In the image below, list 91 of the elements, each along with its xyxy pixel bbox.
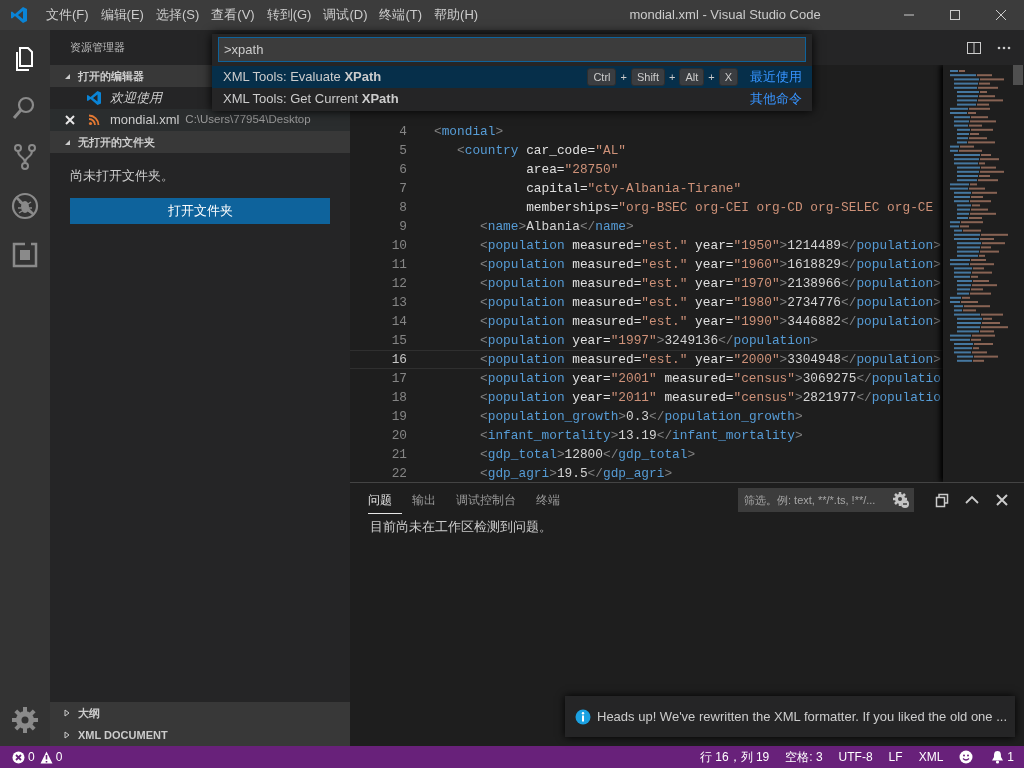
code-line: <population_growth>0.3</population_growth> — [479, 408, 803, 426]
menu-item[interactable]: 调试(D) — [317, 5, 374, 25]
panel-tab[interactable]: 输出 — [412, 486, 446, 514]
section-title[interactable]: 打开的编辑器 — [78, 67, 144, 85]
window-title: mondial.xml - Visual Studio Code — [628, 6, 822, 25]
code-line: <population measured="est." year="1990">3446882</population> — [479, 313, 941, 331]
gear-icon[interactable] — [892, 491, 910, 509]
line-number: 13 — [390, 294, 407, 312]
sidebar-title: 资源管理器 — [70, 40, 125, 56]
line-number: 5 — [398, 142, 407, 160]
restore-icon[interactable] — [934, 492, 950, 508]
line-number: 4 — [398, 123, 407, 141]
menu-item[interactable]: 转到(G) — [260, 5, 318, 25]
filter-field[interactable]: 筛选。例: text, **/*.ts, !**/... — [738, 488, 914, 512]
code-line: <country car_code="AL" — [456, 142, 626, 160]
line-number: 7 — [398, 180, 407, 198]
line-number: 21 — [390, 446, 407, 464]
line-number: 10 — [390, 237, 407, 255]
panel-tab[interactable]: 调试控制台 — [456, 486, 526, 514]
split-editor-icon[interactable] — [966, 39, 982, 56]
line-number: 16 — [390, 351, 407, 369]
command-item[interactable]: XML Tools: Get Current XPath 其他命令 — [212, 88, 812, 110]
vscode-logo-icon — [10, 6, 28, 24]
line-number: 9 — [398, 218, 407, 236]
menu-item[interactable]: 文件(F) — [40, 5, 95, 25]
line-number: 6 — [398, 161, 407, 179]
notification-message: Heads up! We've rewritten the XML formatter. If you liked the old one ... — [597, 707, 1008, 726]
command-item[interactable]: XML Tools: Evaluate XPath Ctrl + Shift + Alt + X 最近使用 — [212, 66, 812, 88]
error-icon[interactable] — [12, 750, 25, 764]
code-line: <gdp_agri>19.5</gdp_agri> — [479, 465, 673, 482]
code-line: <name>Albania</name> — [479, 218, 634, 236]
bell-icon[interactable] — [991, 750, 1005, 764]
menu-item[interactable]: 查看(V) — [205, 5, 261, 25]
status-item[interactable]: 行 16，列 19 — [699, 748, 770, 766]
open-editor-item[interactable]: mondial.xml C:\Users\77954\Desktop — [50, 109, 350, 131]
code-line: <population year="1997">3249136</population> — [479, 332, 818, 350]
code-line: <infant_mortality>13.19</infant_mortality> — [479, 427, 803, 445]
code-line: <population measured="est." year="1970">2138966</population> — [479, 275, 941, 293]
warning-icon[interactable] — [39, 750, 53, 764]
line-number: 22 — [390, 465, 407, 482]
close-icon[interactable] — [994, 492, 1010, 508]
warning-count[interactable]: 0 — [55, 748, 63, 766]
line-number: 8 — [398, 199, 407, 217]
line-number: 18 — [390, 389, 407, 407]
extensions-icon[interactable] — [11, 240, 39, 269]
close-icon[interactable] — [65, 115, 75, 125]
line-number: 15 — [390, 332, 407, 350]
code-line: <population year="2011" measured="census">2821977</populatio — [479, 389, 941, 407]
line-number: 20 — [390, 427, 407, 445]
panel-message: 目前尚未在工作区检测到问题。 — [369, 518, 553, 536]
rss-icon — [88, 114, 100, 126]
code-line: <gdp_total>12800</gdp_total> — [479, 446, 696, 464]
smiley-icon[interactable] — [959, 750, 974, 764]
code-line: memberships="org-BSEC org-CEI org-CD org-SELEC org-CE — [525, 199, 934, 217]
line-number: 17 — [390, 370, 407, 388]
code-line: capital="cty-Albania-Tirane" — [525, 180, 742, 198]
command-input[interactable]: >xpath — [218, 37, 806, 62]
line-number: 19 — [390, 408, 407, 426]
code-line: <population measured="est." year="1950">1214489</population> — [479, 237, 941, 255]
collapsed-icon[interactable] — [62, 730, 72, 740]
code-line: area="28750" — [525, 161, 619, 179]
error-count[interactable]: 0 — [28, 748, 35, 766]
code-line: <population measured="est." year="1960">1618829</population> — [479, 256, 941, 274]
panel-tab[interactable]: 问题 — [368, 485, 402, 515]
code-line: <population year="2001" measured="census">3069275</populatio — [479, 370, 941, 388]
settings-icon[interactable] — [11, 705, 39, 734]
branch-icon[interactable] — [11, 142, 39, 171]
line-number: 12 — [390, 275, 407, 293]
menu-item[interactable]: 帮助(H) — [428, 5, 485, 25]
bug-icon[interactable] — [11, 191, 39, 220]
code-line: <mondial> — [434, 123, 504, 141]
notification-count[interactable]: 1 — [1007, 748, 1014, 766]
info-icon — [575, 708, 591, 725]
status-item[interactable]: LF — [888, 748, 903, 766]
sidebar-message: 尚未打开文件夹。 — [69, 167, 175, 185]
menu-item[interactable]: 编辑(E) — [94, 5, 150, 25]
open-folder-button[interactable]: 打开文件夹 — [70, 197, 330, 224]
menu-item[interactable]: 终端(T) — [373, 5, 429, 25]
menu-item[interactable]: 选择(S) — [149, 5, 206, 25]
status-item[interactable]: UTF-8 — [838, 748, 873, 766]
collapsed-icon[interactable] — [62, 708, 72, 718]
line-number: 11 — [390, 256, 407, 274]
code-line: <population measured="est." year="2000">3304948</population> — [479, 351, 941, 369]
status-item[interactable]: XML — [918, 748, 944, 766]
status-item[interactable]: 空格: 3 — [785, 748, 823, 766]
line-number: 14 — [390, 313, 407, 331]
code-line: <population measured="est." year="1980">2734776</population> — [479, 294, 941, 312]
vscode-logo-icon — [86, 90, 102, 106]
scrollbar-thumb[interactable] — [1013, 65, 1023, 85]
section-title[interactable]: 大纲 — [78, 704, 100, 722]
panel-tab[interactable]: 终端 — [536, 486, 570, 514]
